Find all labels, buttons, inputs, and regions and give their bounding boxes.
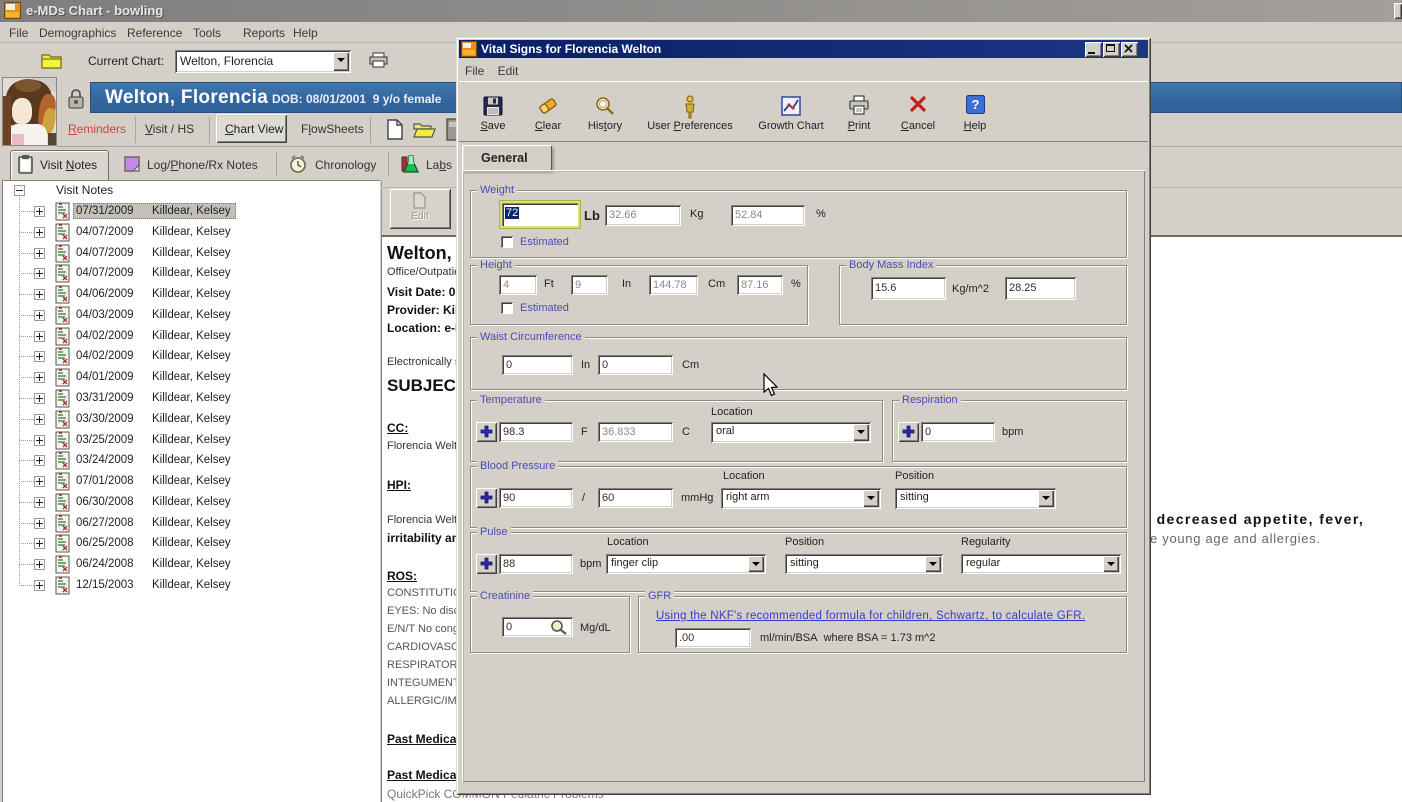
svg-text:?: ? xyxy=(971,97,979,112)
